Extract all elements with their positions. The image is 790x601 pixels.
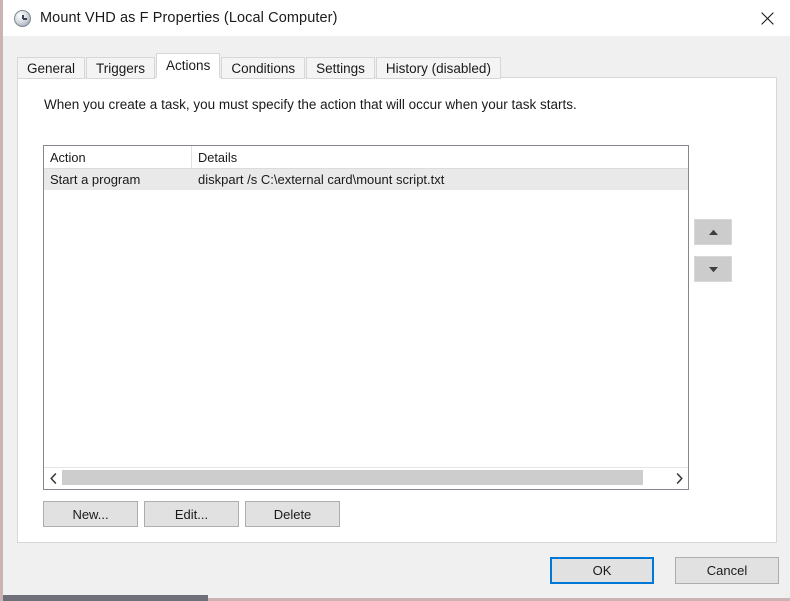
scroll-track[interactable] <box>62 468 670 489</box>
edit-button[interactable]: Edit... <box>144 501 239 527</box>
ok-button[interactable]: OK <box>550 557 654 584</box>
tab-triggers-label: Triggers <box>96 60 146 76</box>
tab-history-label: History (disabled) <box>385 60 491 76</box>
cell-action: Start a program <box>50 172 141 187</box>
window-title: Mount VHD as F Properties (Local Compute… <box>40 10 338 26</box>
triangle-up-icon <box>708 229 718 235</box>
tab-history[interactable]: History (disabled) <box>375 57 501 79</box>
tab-triggers[interactable]: Triggers <box>86 57 156 79</box>
close-button[interactable] <box>744 0 790 36</box>
clock-icon <box>14 9 31 27</box>
table-body: Start a program diskpart /s C:\external … <box>44 169 688 467</box>
horizontal-scrollbar[interactable] <box>44 467 688 489</box>
table-row[interactable]: Start a program diskpart /s C:\external … <box>44 169 688 190</box>
close-icon <box>760 11 774 25</box>
table-header-row: Action Details <box>44 146 688 169</box>
tab-conditions[interactable]: Conditions <box>221 57 306 79</box>
tab-settings-label: Settings <box>316 60 365 76</box>
column-header-action[interactable]: Action <box>44 146 192 168</box>
tab-settings[interactable]: Settings <box>306 57 375 79</box>
column-header-details[interactable]: Details <box>192 146 688 168</box>
tab-conditions-label: Conditions <box>231 60 296 76</box>
title-bar: Mount VHD as F Properties (Local Compute… <box>3 0 790 36</box>
properties-dialog-window: Mount VHD as F Properties (Local Compute… <box>0 0 790 601</box>
tab-general-label: General <box>27 60 76 76</box>
tab-general[interactable]: General <box>17 57 86 79</box>
cancel-button[interactable]: Cancel <box>675 557 779 584</box>
cell-details: diskpart /s C:\external card\mount scrip… <box>198 172 445 187</box>
tab-strip: General Triggers Actions Conditions Sett… <box>17 53 502 79</box>
move-down-button[interactable] <box>694 256 732 282</box>
scroll-left-button[interactable] <box>44 468 62 489</box>
new-button[interactable]: New... <box>43 501 138 527</box>
taskbar-edge-strip <box>3 595 208 601</box>
triangle-down-icon <box>708 266 718 272</box>
panel-description: When you create a task, you must specify… <box>44 97 577 112</box>
move-up-button[interactable] <box>694 219 732 245</box>
chevron-left-icon <box>49 473 56 484</box>
tab-actions[interactable]: Actions <box>156 53 221 78</box>
scroll-right-button[interactable] <box>670 468 688 489</box>
tab-actions-label: Actions <box>166 58 211 73</box>
delete-button[interactable]: Delete <box>245 501 340 527</box>
scroll-thumb[interactable] <box>62 470 643 485</box>
actions-tab-panel: When you create a task, you must specify… <box>17 77 777 543</box>
chevron-right-icon <box>676 473 683 484</box>
actions-list-view[interactable]: Action Details Start a program diskpart … <box>43 145 689 490</box>
